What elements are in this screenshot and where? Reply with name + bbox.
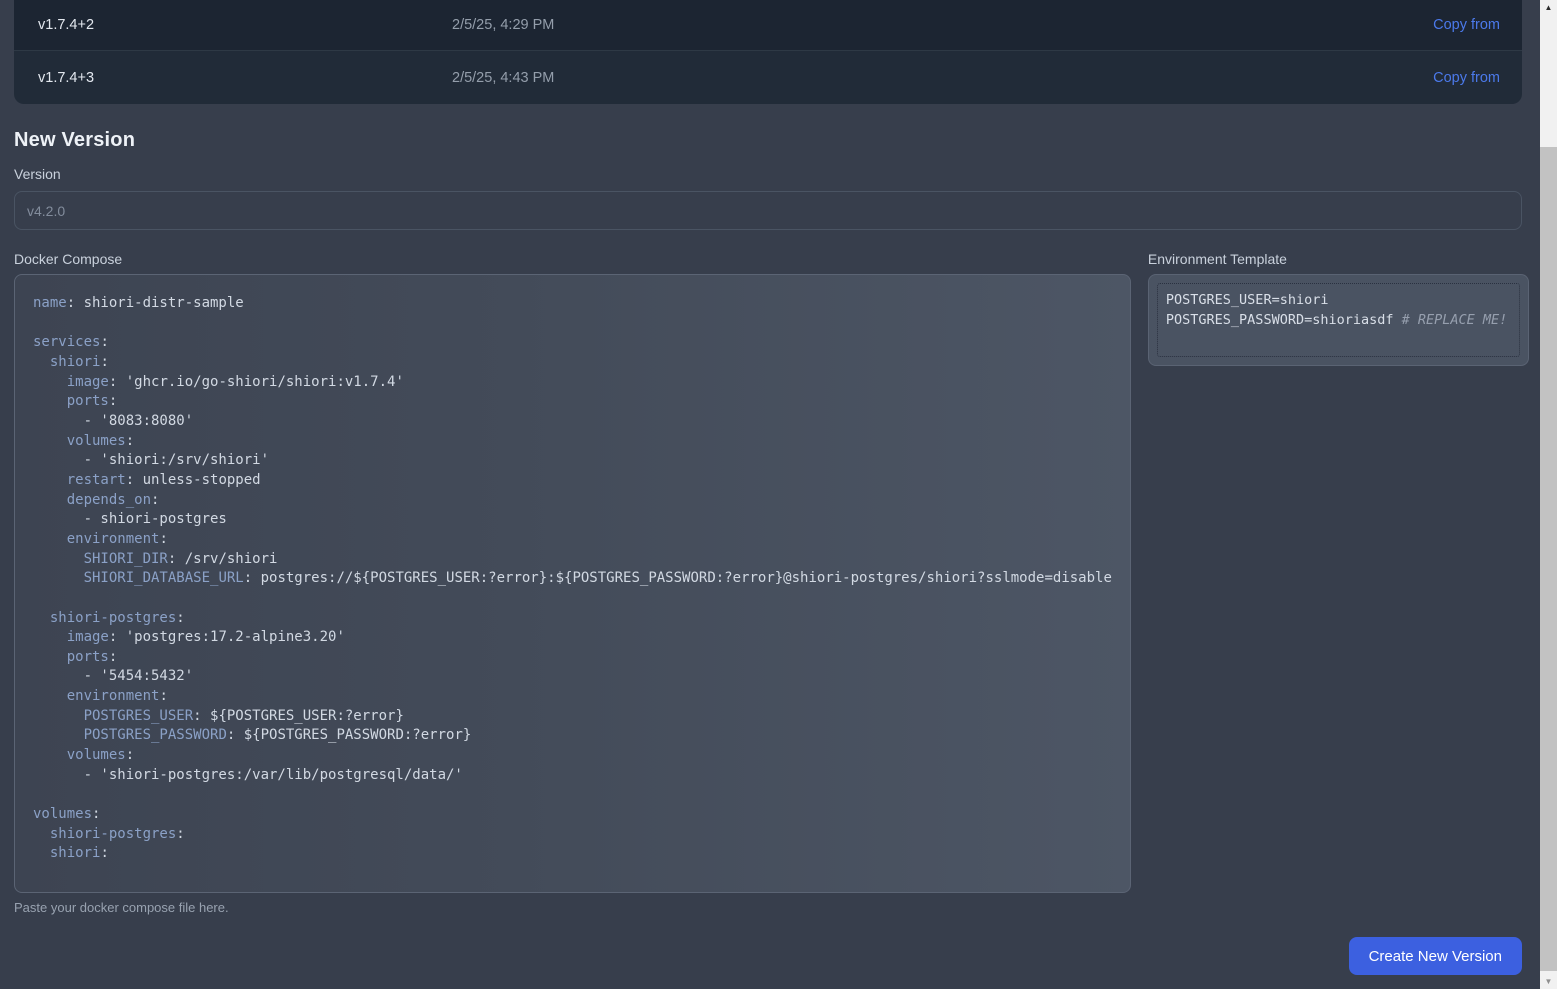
code-line: shiori:: [33, 353, 1112, 373]
code-line: ports:: [33, 392, 1112, 412]
code-line: SHIORI_DIR: /srv/shiori: [33, 550, 1112, 570]
env-line: POSTGRES_PASSWORD=shioriasdf # REPLACE M…: [1166, 310, 1511, 330]
date-cell: 2/5/25, 4:43 PM: [452, 70, 1433, 86]
code-line: environment:: [33, 530, 1112, 550]
code-line: image: 'postgres:17.2-alpine3.20': [33, 628, 1112, 648]
docker-compose-help-text: Paste your docker compose file here.: [14, 900, 1131, 915]
code-line: depends_on:: [33, 491, 1112, 511]
copy-from-link[interactable]: Copy from: [1433, 70, 1500, 86]
footer-actions: Create New Version: [14, 937, 1522, 975]
code-line: - shiori-postgres: [33, 510, 1112, 530]
code-line: SHIORI_DATABASE_URL: postgres://${POSTGR…: [33, 569, 1112, 589]
code-line: volumes:: [33, 805, 1112, 825]
code-line: ports:: [33, 648, 1112, 668]
code-line: POSTGRES_USER: ${POSTGRES_USER:?error}: [33, 707, 1112, 727]
code-line: [33, 785, 1112, 805]
page-title: New Version: [14, 129, 1522, 152]
code-line: shiori-postgres:: [33, 609, 1112, 629]
env-line: POSTGRES_USER=shiori: [1166, 290, 1511, 310]
environment-template-editor[interactable]: POSTGRES_USER=shiori POSTGRES_PASSWORD=s…: [1157, 283, 1520, 357]
create-new-version-button[interactable]: Create New Version: [1349, 937, 1522, 975]
code-line: - 'shiori-postgres:/var/lib/postgresql/d…: [33, 766, 1112, 786]
code-line: image: 'ghcr.io/go-shiori/shiori:v1.7.4': [33, 373, 1112, 393]
scrollbar-thumb[interactable]: [1540, 147, 1557, 971]
copy-from-link[interactable]: Copy from: [1433, 17, 1500, 33]
env-comment: # REPLACE ME!: [1393, 312, 1507, 328]
code-line: environment:: [33, 687, 1112, 707]
env-code: POSTGRES_USER=shiori: [1166, 292, 1329, 308]
versions-table: v1.7.4+2 2/5/25, 4:29 PM Copy from v1.7.…: [14, 0, 1522, 104]
environment-template-box: POSTGRES_USER=shiori POSTGRES_PASSWORD=s…: [1148, 274, 1529, 366]
action-cell: Copy from: [1433, 69, 1522, 87]
code-line: services:: [33, 333, 1112, 353]
scroll-down-arrow-icon[interactable]: ▼: [1540, 974, 1557, 989]
table-row: v1.7.4+3 2/5/25, 4:43 PM Copy from: [14, 50, 1522, 104]
version-label: Version: [14, 166, 1522, 182]
docker-compose-editor[interactable]: name: shiori-distr-sample services: shio…: [14, 274, 1131, 893]
env-code: POSTGRES_PASSWORD=shioriasdf: [1166, 312, 1394, 328]
code-line: - '8083:8080': [33, 412, 1112, 432]
code-line: volumes:: [33, 432, 1112, 452]
code-line: shiori:: [33, 844, 1112, 864]
docker-compose-label: Docker Compose: [14, 251, 1131, 267]
code-line: - '5454:5432': [33, 667, 1112, 687]
date-cell: 2/5/25, 4:29 PM: [452, 17, 1433, 33]
version-input[interactable]: [14, 191, 1522, 230]
code-line: - 'shiori:/srv/shiori': [33, 451, 1112, 471]
action-cell: Copy from: [1433, 16, 1522, 34]
version-cell: v1.7.4+2: [14, 17, 452, 33]
page: v1.7.4+2 2/5/25, 4:29 PM Copy from v1.7.…: [0, 0, 1540, 989]
environment-template-column: Environment Template POSTGRES_USER=shior…: [1148, 251, 1529, 915]
docker-compose-column: Docker Compose name: shiori-distr-sample…: [14, 251, 1131, 915]
environment-template-label: Environment Template: [1148, 251, 1529, 267]
code-line: [33, 589, 1112, 609]
editors-section: Docker Compose name: shiori-distr-sample…: [14, 251, 1522, 915]
table-row: v1.7.4+2 2/5/25, 4:29 PM Copy from: [14, 0, 1522, 50]
code-line: name: shiori-distr-sample: [33, 294, 1112, 314]
scroll-up-arrow-icon[interactable]: ▲: [1540, 0, 1557, 15]
code-line: shiori-postgres:: [33, 825, 1112, 845]
version-cell: v1.7.4+3: [14, 70, 452, 86]
code-line: restart: unless-stopped: [33, 471, 1112, 491]
code-line: POSTGRES_PASSWORD: ${POSTGRES_PASSWORD:?…: [33, 726, 1112, 746]
code-line: [33, 314, 1112, 334]
vertical-scrollbar[interactable]: ▲ ▼: [1540, 0, 1557, 989]
code-line: volumes:: [33, 746, 1112, 766]
